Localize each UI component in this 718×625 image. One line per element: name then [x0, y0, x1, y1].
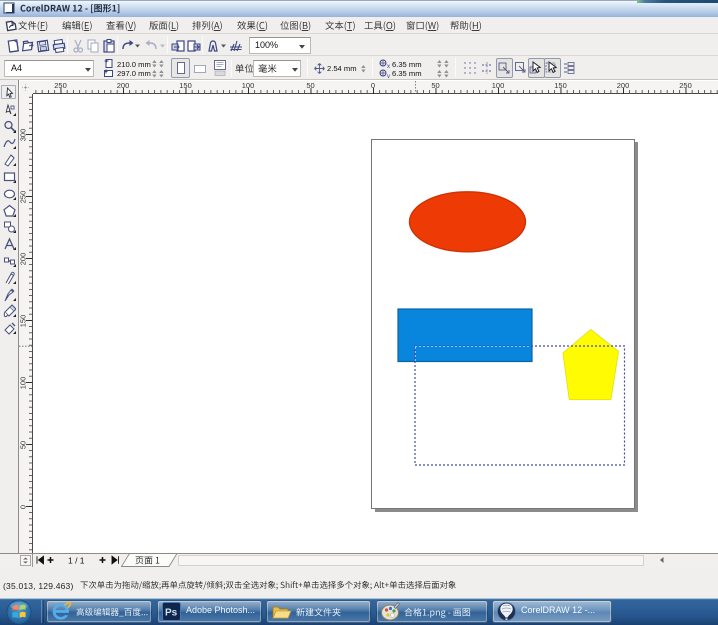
- svg-text:50: 50: [19, 441, 28, 449]
- svg-text:150: 150: [554, 81, 567, 90]
- svg-text:100: 100: [19, 377, 28, 390]
- svg-text:0: 0: [371, 81, 375, 90]
- svg-text:250: 250: [54, 81, 67, 90]
- svg-text:150: 150: [179, 81, 192, 90]
- svg-text:300: 300: [19, 129, 28, 142]
- svg-text:200: 200: [617, 81, 630, 90]
- svg-text:100: 100: [492, 81, 505, 90]
- svg-text:200: 200: [19, 253, 28, 266]
- svg-text:250: 250: [19, 191, 28, 204]
- svg-text:100: 100: [242, 81, 255, 90]
- svg-text:150: 150: [19, 315, 28, 328]
- svg-text:200: 200: [117, 81, 130, 90]
- svg-text:1 / 1: 1 / 1: [68, 556, 85, 566]
- svg-text:50: 50: [431, 81, 439, 90]
- svg-text:Ps: Ps: [165, 608, 178, 619]
- svg-text:0: 0: [19, 505, 28, 509]
- svg-text:x: x: [387, 64, 390, 68]
- svg-text:y: y: [387, 74, 390, 78]
- svg-text:50: 50: [306, 81, 314, 90]
- svg-text:250: 250: [679, 81, 692, 90]
